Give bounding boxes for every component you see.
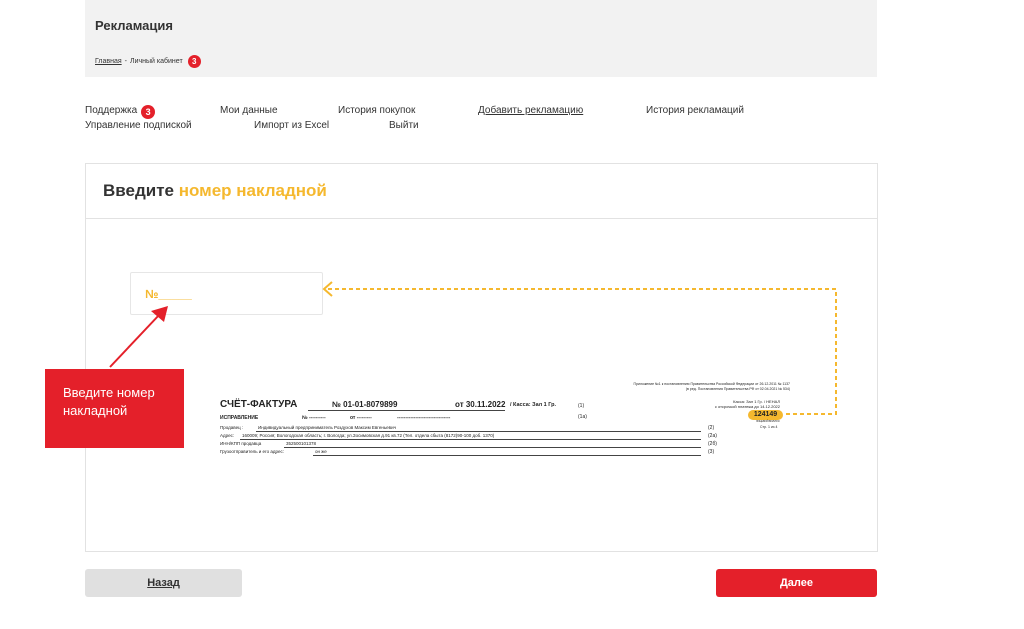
invoice-seller-underline bbox=[256, 431, 701, 432]
nav-my-data[interactable]: Мои данные bbox=[220, 105, 278, 116]
nav-support[interactable]: Поддержка 3 bbox=[85, 105, 156, 119]
invoice-code-3: (3) bbox=[708, 449, 715, 455]
invoice-number-card: Введите номер накладной bbox=[85, 163, 878, 552]
invoice-seller-value: Индивидуальный предприниматель Роздухов … bbox=[258, 425, 396, 430]
invoice-title: СЧЁТ-ФАКТУРА bbox=[220, 399, 298, 410]
page-title: Рекламация bbox=[95, 18, 173, 33]
invoice-seller-label: Продавец : bbox=[220, 425, 244, 430]
invoice-correction-line: -------------------------------- bbox=[397, 415, 451, 421]
invoice-correction-date: от --------- bbox=[350, 415, 372, 421]
invoice-address-label: Адрес: bbox=[220, 433, 235, 438]
invoice-date: от 30.11.2022 bbox=[455, 400, 506, 409]
card-title-accent: номер накладной bbox=[178, 181, 327, 200]
nav-subscription[interactable]: Управление подпиской bbox=[85, 120, 192, 131]
invoice-highlight-subtext: ЛИЦЕВОЙ/ВИЛИСЯ bbox=[756, 420, 780, 423]
nav-add-claim[interactable]: Добавить рекламацию bbox=[478, 105, 583, 116]
breadcrumb-home-link[interactable]: Главная bbox=[95, 58, 122, 65]
card-title: Введите номер накладной bbox=[86, 164, 877, 219]
account-nav: Поддержка 3 Мои данные История покупок До… bbox=[85, 105, 785, 135]
invoice-date-underline bbox=[440, 410, 505, 411]
nav-support-label: Поддержка bbox=[85, 105, 138, 116]
invoice-code-1: (1) bbox=[578, 403, 585, 409]
back-button[interactable]: Назад bbox=[85, 569, 242, 597]
invoice-sample-image: Приложение №1 к постановлению Правительс… bbox=[220, 378, 790, 478]
invoice-code-2a: (2а) bbox=[708, 433, 717, 439]
invoice-inn-value: 352500101378 bbox=[286, 441, 317, 446]
nav-purchase-history[interactable]: История покупок bbox=[338, 105, 415, 116]
invoice-legal-note: Приложение №1 к постановлению Правительс… bbox=[634, 382, 790, 392]
invoice-kassa: / Касса: Зал 1 Гр. bbox=[510, 402, 557, 408]
invoice-code-1a: (1а) bbox=[578, 414, 587, 420]
nav-import-excel[interactable]: Импорт из Excel bbox=[254, 120, 329, 131]
card-title-main: Введите bbox=[103, 181, 174, 200]
page-header: Рекламация Главная - Личный кабинет 3 bbox=[85, 0, 877, 77]
invoice-number-highlight: 124149 bbox=[748, 410, 783, 420]
invoice-inn-label: ИНН/КПП продавца bbox=[220, 441, 262, 446]
invoice-number-underline bbox=[308, 410, 443, 411]
nav-logout[interactable]: Выйти bbox=[389, 120, 419, 131]
invoice-number-example-box: №_____ bbox=[130, 272, 323, 315]
breadcrumb-current: Личный кабинет bbox=[130, 58, 183, 65]
invoice-inn-underline bbox=[284, 447, 701, 448]
nav-claim-history[interactable]: История рекламаций bbox=[646, 105, 744, 116]
invoice-kassa-right-line-2: с отсрочкой платежа до 14.12.2022 bbox=[714, 404, 780, 409]
breadcrumb: Главная - Личный кабинет 3 bbox=[95, 55, 201, 68]
invoice-kassa-right: Касса: Зал 1 Гр. / НЕНАЛ с отсрочкой пла… bbox=[715, 399, 780, 409]
invoice-shipper-label: Грузоотправитель и его адрес: bbox=[220, 449, 284, 454]
invoice-code-2b: (2б) bbox=[708, 441, 717, 447]
invoice-note-line-2: (в ред. Постановления Правительства РФ о… bbox=[685, 387, 790, 391]
invoice-page-number: Стр. 1 из 4 bbox=[760, 425, 778, 429]
invoice-shipper-value: он же bbox=[315, 449, 327, 454]
invoice-address-value: 160009; Россия; Вологодская область; г. … bbox=[242, 433, 495, 438]
invoice-correction-label: ИСПРАВЛЕНИЕ bbox=[220, 415, 259, 421]
tooltip-enter-invoice-number: Введите номер накладной bbox=[45, 369, 184, 448]
cabinet-notification-badge: 3 bbox=[187, 55, 201, 68]
invoice-correction-number: № ---------- bbox=[302, 415, 326, 421]
invoice-code-2: (2) bbox=[708, 425, 715, 431]
invoice-address-underline bbox=[240, 439, 701, 440]
breadcrumb-separator: - bbox=[124, 58, 127, 65]
invoice-shipper-underline bbox=[313, 455, 701, 456]
invoice-number: № 01-01-8079899 bbox=[332, 400, 398, 409]
support-notification-badge: 3 bbox=[141, 105, 156, 119]
next-button[interactable]: Далее bbox=[716, 569, 877, 597]
